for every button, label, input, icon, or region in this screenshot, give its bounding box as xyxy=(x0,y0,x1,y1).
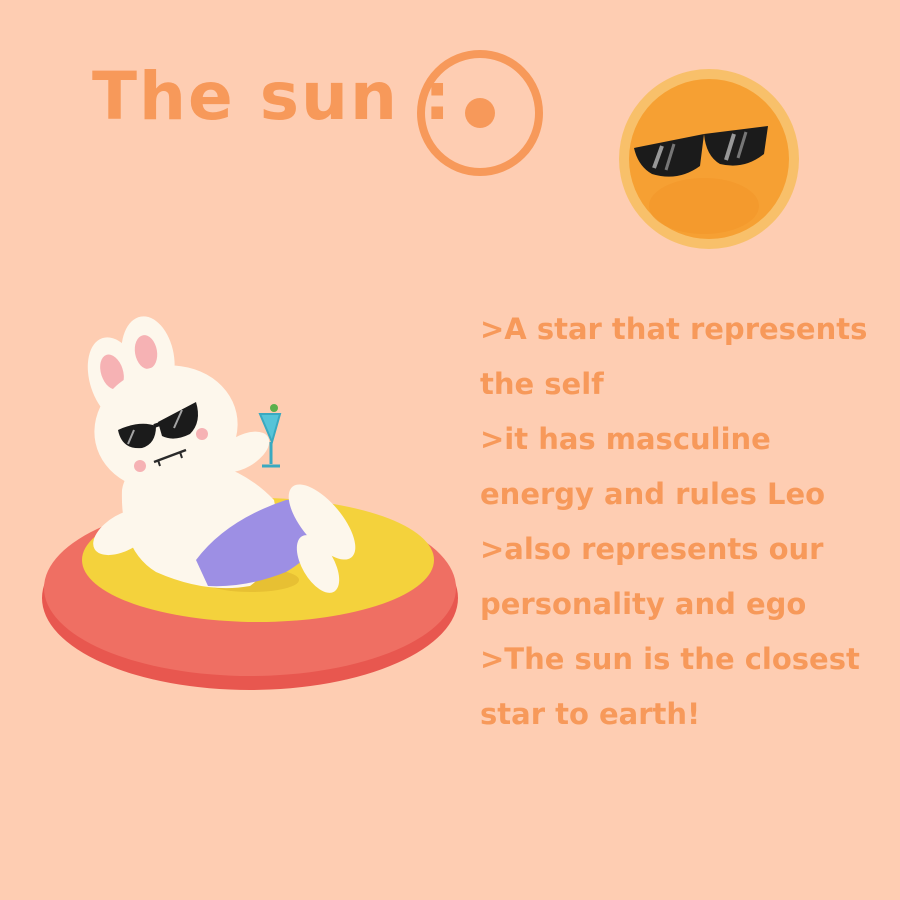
fact-item: >The sun is the closest star to earth! xyxy=(480,642,860,731)
fact-item: >also represents our personality and ego xyxy=(480,532,824,621)
facts-list: >A star that represents the self >it has… xyxy=(480,302,890,742)
fact-item: >it has masculine energy and rules Leo xyxy=(480,422,826,511)
sun-with-sunglasses-icon xyxy=(619,69,799,249)
sun-astrological-symbol-icon xyxy=(417,50,543,176)
fact-item: >A star that represents the self xyxy=(480,312,868,401)
page-title: The sun : xyxy=(92,58,453,135)
bunny-on-pool-float-illustration xyxy=(42,316,458,690)
